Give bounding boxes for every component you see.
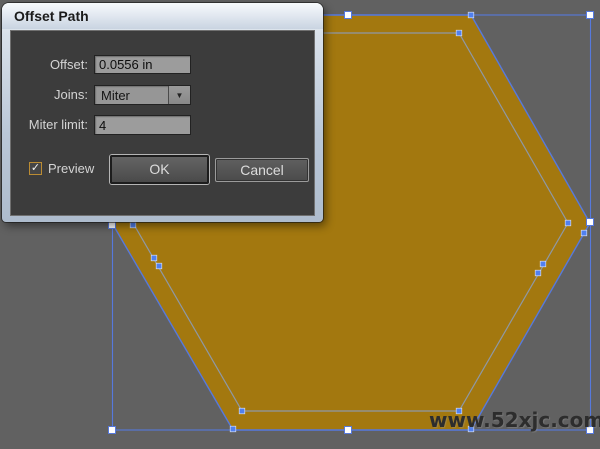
offset-path-dialog: Offset Path Offset: Joins: Miter ▼ Miter… <box>2 3 323 222</box>
dialog-titlebar[interactable]: Offset Path <box>2 3 323 29</box>
watermark-text: www.52xjc.com <box>429 408 600 432</box>
joins-label: Joins: <box>54 87 88 102</box>
dialog-body-panel: Offset: Joins: Miter ▼ Miter limit: ✓ Pr… <box>10 30 315 216</box>
path-anchor[interactable] <box>155 262 163 270</box>
path-anchor[interactable] <box>455 29 463 37</box>
offset-input[interactable] <box>94 55 191 74</box>
path-anchor[interactable] <box>238 407 246 415</box>
joins-dropdown[interactable]: Miter ▼ <box>94 85 191 105</box>
cancel-button[interactable]: Cancel <box>215 158 309 182</box>
bbox-handle[interactable] <box>108 221 116 229</box>
illustrator-canvas: www.52xjc.com Offset Path Offset: Joins:… <box>0 0 600 449</box>
offset-label: Offset: <box>49 57 88 72</box>
bbox-handle[interactable] <box>344 11 352 19</box>
path-anchor[interactable] <box>229 425 237 433</box>
path-anchor[interactable] <box>580 229 588 237</box>
miter-limit-input[interactable] <box>94 115 191 135</box>
dialog-title: Offset Path <box>14 8 89 24</box>
miter-limit-label: Miter limit: <box>28 117 88 132</box>
path-anchor[interactable] <box>150 254 158 262</box>
path-anchor[interactable] <box>467 11 475 19</box>
joins-selected-value: Miter <box>101 87 130 103</box>
path-anchor[interactable] <box>534 269 542 277</box>
bbox-handle[interactable] <box>344 426 352 434</box>
checkmark-icon: ✓ <box>30 162 41 174</box>
bbox-handle[interactable] <box>586 11 594 19</box>
ok-button[interactable]: OK <box>110 155 209 184</box>
bbox-handle[interactable] <box>108 426 116 434</box>
bbox-handle[interactable] <box>586 218 594 226</box>
preview-checkbox[interactable]: ✓ <box>29 162 42 175</box>
path-anchor[interactable] <box>539 260 547 268</box>
path-anchor[interactable] <box>129 221 137 229</box>
preview-label: Preview <box>48 161 95 176</box>
path-anchor[interactable] <box>564 219 572 227</box>
chevron-down-icon[interactable]: ▼ <box>168 86 190 104</box>
